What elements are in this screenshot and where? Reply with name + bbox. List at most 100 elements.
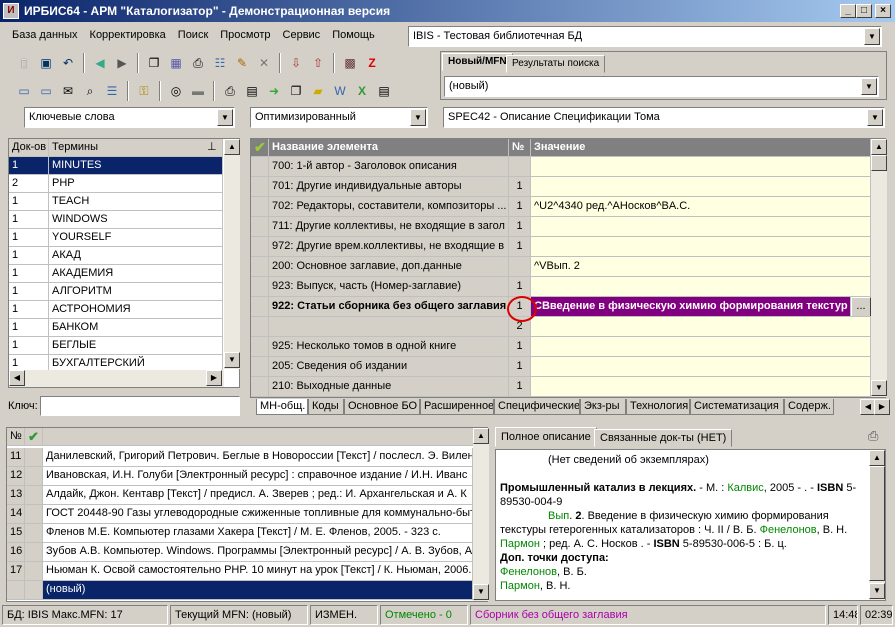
list-icon[interactable]: ☰ [102, 81, 122, 101]
database-select[interactable]: IBIS - Тестовая библиотечная БД ▼ [408, 26, 882, 47]
z-icon[interactable]: Z [362, 53, 382, 73]
prev-record-icon[interactable]: ◀ [90, 53, 110, 73]
menu-service[interactable]: Сервис [277, 29, 327, 41]
col-doc-count[interactable]: Док-ов [9, 139, 49, 156]
terms-vscroll[interactable]: ▲ ▼ [224, 139, 240, 369]
form-icon[interactable]: ▤ [374, 81, 394, 101]
tab-linked-docs[interactable]: Связанные док-ты (НЕТ) [594, 429, 733, 447]
scroll-up-icon[interactable]: ▲ [869, 450, 885, 466]
print-icon[interactable]: ⎙ [188, 53, 208, 73]
record-row[interactable]: 14 ГОСТ 20448-90 Газы углеводородные сжиж… [7, 505, 473, 524]
search-mode-select[interactable]: Ключевые слова ▼ [24, 107, 235, 128]
term-row[interactable]: 1 MINUTES [9, 157, 223, 175]
worksheet-select[interactable]: SPEC42 - Описание Спецификации Тома ▼ [443, 107, 885, 128]
comment-icon[interactable]: ▭ [14, 81, 34, 101]
export-icon[interactable]: ⇧ [308, 53, 328, 73]
word-icon[interactable]: W [330, 81, 350, 101]
editor-tab[interactable]: Специфические [494, 399, 580, 415]
view-icon[interactable]: ◎ [166, 81, 186, 101]
pin-icon[interactable]: ⊥ [207, 139, 217, 156]
chevron-down-icon[interactable]: ▼ [861, 78, 877, 95]
minimize-button[interactable]: _ [840, 4, 856, 18]
field-row[interactable]: 972: Другие врем.коллективы, не входящие… [251, 237, 871, 257]
delete-icon[interactable]: ✕ [254, 53, 274, 73]
col-terms[interactable]: Термины [49, 139, 223, 156]
table-icon[interactable]: ▦ [166, 53, 186, 73]
field-row[interactable]: 200: Основное заглавие, доп.данные ^VВып.… [251, 257, 871, 277]
desc-vscroll[interactable]: ▲ ▼ [869, 450, 885, 600]
col-value[interactable]: Значение [531, 139, 871, 156]
calc-icon[interactable]: ▩ [340, 53, 360, 73]
undo-icon[interactable]: ↶ [58, 53, 78, 73]
go-icon[interactable]: ➜ [264, 81, 284, 101]
record-check[interactable] [25, 524, 43, 542]
field-row[interactable]: 700: 1-й автор - Заголовок описания [251, 157, 871, 177]
menu-search[interactable]: Поиск [172, 29, 214, 41]
editor-tab[interactable]: Расширенное [420, 399, 494, 415]
field-value[interactable] [531, 357, 871, 376]
record-check[interactable] [25, 448, 43, 466]
col-element-name[interactable]: Название элемента [269, 139, 509, 156]
app-icon[interactable]: И [3, 3, 19, 19]
field-row[interactable]: 922: Статьи сборника без общего заглавия… [251, 297, 871, 317]
key-icon[interactable]: ⚿ [134, 81, 154, 101]
next-record-icon[interactable]: ▶ [112, 53, 132, 73]
field-row[interactable]: 205: Сведения об издании 1 [251, 357, 871, 377]
record-check[interactable] [25, 581, 43, 599]
scroll-down-icon[interactable]: ▼ [224, 352, 240, 368]
field-value[interactable] [531, 157, 871, 176]
field-value[interactable] [531, 237, 871, 256]
scroll-up-icon[interactable]: ▲ [224, 139, 240, 155]
field-row[interactable]: 702: Редакторы, составители, композиторы… [251, 197, 871, 217]
field-value[interactable]: ^U2^4340 ред.^AНосков^BA.C. [531, 197, 871, 216]
term-row[interactable]: 1 АКАДЕМИЯ [9, 265, 223, 283]
editor-tab[interactable]: МН-общ. [256, 399, 308, 415]
scroll-down-icon[interactable]: ▼ [869, 583, 885, 599]
chevron-down-icon[interactable]: ▼ [864, 28, 880, 45]
folder-icon[interactable]: ▬ [188, 81, 208, 101]
tab-full-description[interactable]: Полное описание [495, 427, 597, 447]
record-check[interactable] [25, 562, 43, 580]
files-icon[interactable]: ❐ [286, 81, 306, 101]
field-row[interactable]: 701: Другие индивидуальные авторы 1 [251, 177, 871, 197]
record-row[interactable]: 12 Ивановская, И.Н. Голуби [Электронный р… [7, 467, 473, 486]
record-check[interactable] [25, 505, 43, 523]
menu-database[interactable]: База данных [6, 29, 84, 41]
field-value[interactable]: ^VВып. 2 [531, 257, 871, 276]
term-row[interactable]: 1 БАНКОМ [9, 319, 223, 337]
scroll-left-icon[interactable]: ◀ [9, 370, 25, 386]
tab-new-mfn[interactable]: Новый/MFN [442, 53, 513, 71]
close-button[interactable]: × [875, 4, 891, 18]
term-row[interactable]: 1 АЛГОРИТМ [9, 283, 223, 301]
scroll-right-icon[interactable]: ▶ [874, 399, 890, 415]
terms-hscroll[interactable]: ◀ ▶ [9, 370, 224, 387]
field-value[interactable] [531, 177, 871, 196]
record-row[interactable]: (новый) [7, 581, 473, 600]
field-value[interactable] [531, 277, 871, 296]
chevron-down-icon[interactable]: ▼ [217, 109, 233, 126]
folder-open-icon[interactable]: ▰ [308, 81, 328, 101]
field-row[interactable]: 925: Несколько томов в одной книге 1 [251, 337, 871, 357]
chevron-down-icon[interactable]: ▼ [410, 109, 426, 126]
page-icon[interactable]: ▤ [242, 81, 262, 101]
new-doc-icon[interactable]: ▯ [14, 53, 34, 73]
record-row[interactable]: 13 Алдайк, Джон. Кентавр [Текст] / предис… [7, 486, 473, 505]
menu-correct[interactable]: Корректировка [84, 29, 172, 41]
excel-icon[interactable]: X [352, 81, 372, 101]
scroll-down-icon[interactable]: ▼ [473, 584, 489, 600]
maximize-button[interactable]: □ [856, 4, 872, 18]
record-row[interactable]: 17 Ньюман К. Освой самостоятельно PHP. 10… [7, 562, 473, 581]
term-row[interactable]: 1 TEACH [9, 193, 223, 211]
record-row[interactable]: 15 Фленов М.Е. Компьютер глазами Хакера [… [7, 524, 473, 543]
printer-icon[interactable]: ⎙ [220, 81, 240, 101]
search-icon[interactable]: ⌕ [80, 81, 100, 101]
col-number[interactable]: № [509, 139, 531, 156]
field-row[interactable]: 923: Выпуск, часть (Номер-заглавие) 1 [251, 277, 871, 297]
print-desc-icon[interactable]: ⎙ [868, 428, 878, 444]
editor-tab[interactable]: Экз-ры [580, 399, 626, 415]
field-row[interactable]: 711: Другие коллективы, не входящие в за… [251, 217, 871, 237]
optim-select[interactable]: Оптимизированный ▼ [250, 107, 428, 128]
record-check[interactable] [25, 486, 43, 504]
chevron-down-icon[interactable]: ▼ [867, 109, 883, 126]
term-row[interactable]: 1 АКАД [9, 247, 223, 265]
